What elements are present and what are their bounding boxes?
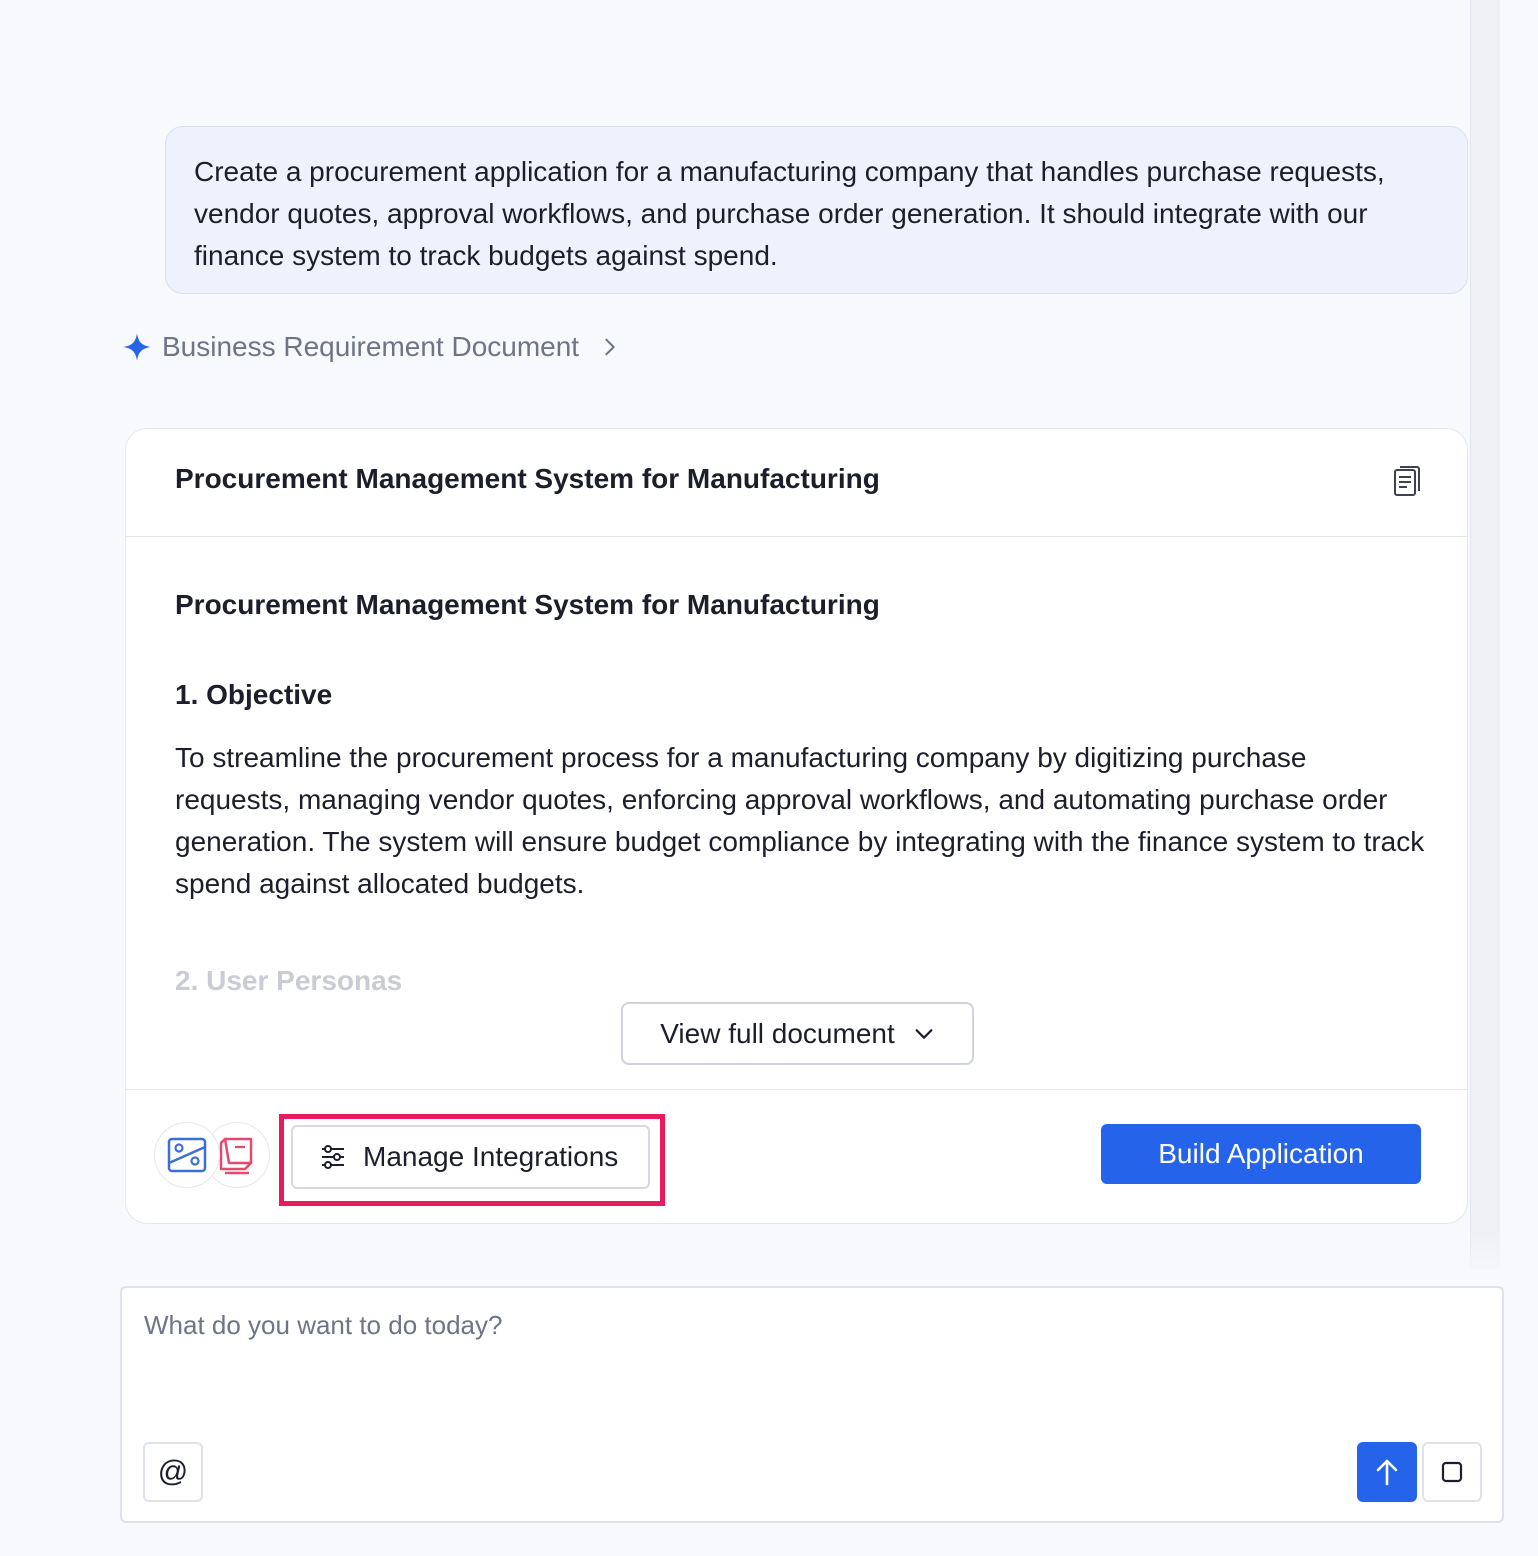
view-full-document-label: View full document [660, 1017, 895, 1049]
build-application-button[interactable]: Build Application [1101, 1124, 1421, 1184]
sliders-icon [322, 1145, 344, 1169]
build-application-label: Build Application [1158, 1138, 1364, 1169]
document-card: Procurement Management System for Manufa… [125, 428, 1468, 1224]
user-message-text: Create a procurement application for a m… [194, 156, 1385, 271]
document-icon[interactable] [1393, 465, 1421, 497]
section-text-objective: To streamline the procurement process fo… [175, 742, 1425, 899]
document-header-title: Procurement Management System for Manufa… [175, 463, 880, 494]
procurement-integration-glyph [219, 1137, 253, 1175]
stop-square-icon [1441, 1461, 1463, 1483]
document-body-title: Procurement Management System for Manufa… [175, 589, 880, 620]
arrow-up-icon [1376, 1459, 1398, 1486]
chevron-right-icon [605, 338, 615, 356]
manage-integrations-label: Manage Integrations [363, 1141, 619, 1172]
section-heading-user-personas: 2. User Personas [175, 965, 403, 996]
mention-button[interactable]: @ [143, 1442, 203, 1502]
brd-link-label: Business Requirement Document [162, 331, 580, 362]
user-message-bubble: Create a procurement application for a m… [165, 126, 1468, 294]
send-button[interactable] [1357, 1442, 1417, 1502]
scrollbar-track[interactable] [1470, 0, 1500, 1270]
brd-link[interactable]: Business Requirement Document [122, 326, 621, 368]
stop-button[interactable] [1422, 1442, 1482, 1502]
view-full-document-button[interactable]: View full document [621, 1002, 974, 1065]
document-card-header: Procurement Management System for Manufa… [126, 429, 1467, 537]
prompt-input[interactable] [142, 1308, 1482, 1408]
mention-label: @ [157, 1455, 189, 1488]
finance-integration-glyph [167, 1137, 207, 1173]
chevron-down-icon [915, 1028, 933, 1039]
document-card-footer: Manage Integrations Build Application [126, 1089, 1467, 1223]
chat-composer: @ [120, 1286, 1504, 1523]
finance-integration-icon[interactable] [154, 1122, 220, 1188]
section-heading-objective: 1. Objective [175, 679, 333, 710]
sparkle-icon [123, 333, 151, 361]
composer-fade [120, 1230, 1500, 1286]
manage-integrations-button[interactable]: Manage Integrations [291, 1125, 650, 1189]
